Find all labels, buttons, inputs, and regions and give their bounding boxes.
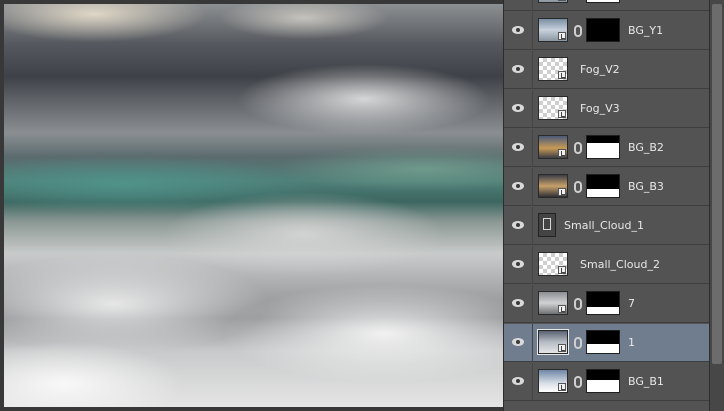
layer-name[interactable]: BG_Y1 [628, 12, 663, 50]
layer-name[interactable]: BG_B1 [628, 363, 664, 401]
layer-name[interactable]: Fog_V2 [580, 51, 620, 89]
smart-object-icon [558, 188, 566, 196]
layer-mask-thumbnail[interactable] [586, 174, 620, 198]
visibility-toggle[interactable] [504, 129, 533, 167]
layer-mask-thumbnail[interactable] [586, 18, 620, 42]
visibility-toggle[interactable] [504, 324, 533, 362]
visibility-toggle[interactable] [504, 0, 533, 11]
eye-icon [512, 182, 524, 190]
layer-row[interactable]: BG_Y1 [504, 12, 710, 50]
layer-thumbnail[interactable] [538, 96, 568, 120]
layer-thumbnail[interactable] [538, 291, 568, 315]
layer-row[interactable]: Fog_V2 [504, 51, 710, 89]
layer-row[interactable]: BG_B2 [504, 129, 710, 167]
layer-thumbnail[interactable] [538, 252, 568, 276]
mask-white-area [587, 344, 619, 353]
eye-icon [512, 26, 524, 34]
mask-white-area [587, 307, 619, 314]
mask-white-area [587, 189, 619, 197]
layer-row[interactable]: Small_Cloud_2 [504, 246, 710, 284]
layer-name[interactable]: 7 [628, 285, 635, 323]
layer-name[interactable]: Small_Cloud_1 [564, 207, 644, 245]
layers-scrollbar[interactable] [709, 0, 724, 411]
smart-object-icon [558, 305, 566, 313]
layer-thumbnail[interactable] [538, 57, 568, 81]
layer-name[interactable]: Small_Cloud_2 [580, 246, 660, 284]
smart-object-icon [558, 110, 566, 118]
smart-object-icon [558, 383, 566, 391]
layers-panel: BG_Y1 Fog_V2 Fog_V3 BG_B2 BG_B3 Small_Cloud_1… [503, 0, 710, 411]
layer-name[interactable]: 1 [628, 324, 635, 362]
mask-white-area [587, 0, 619, 2]
visibility-toggle[interactable] [504, 285, 533, 323]
layer-thumbnail[interactable] [538, 0, 568, 3]
layer-mask-thumbnail[interactable] [586, 135, 620, 159]
smart-object-icon [558, 266, 566, 274]
layer-mask-thumbnail[interactable] [586, 369, 620, 393]
layer-name[interactable]: BG_B3 [628, 168, 664, 206]
visibility-toggle[interactable] [504, 12, 533, 50]
visibility-toggle[interactable] [504, 246, 533, 284]
eye-icon [512, 377, 524, 385]
visibility-toggle[interactable] [504, 51, 533, 89]
layer-thumbnail[interactable] [537, 329, 569, 355]
smart-object-icon [558, 149, 566, 157]
layer-name[interactable]: BG_B2 [628, 129, 664, 167]
eye-icon [512, 143, 524, 151]
eye-icon [512, 299, 524, 307]
mask-white-area [587, 380, 619, 392]
layer-thumbnail[interactable] [538, 135, 568, 159]
visibility-toggle[interactable] [504, 90, 533, 128]
layer-row[interactable]: BG_B1 [504, 363, 710, 401]
layer-row[interactable]: BG_B3 [504, 168, 710, 206]
layer-row[interactable]: Fog_V3 [504, 90, 710, 128]
smart-object-icon [558, 344, 566, 352]
smart-object-icon [558, 32, 566, 40]
smart-object-document-icon[interactable] [538, 213, 556, 237]
eye-icon [512, 65, 524, 73]
eye-icon [512, 260, 524, 268]
layer-thumbnail[interactable] [538, 174, 568, 198]
layer-row[interactable]: 7 [504, 285, 710, 323]
eye-icon [512, 104, 524, 112]
layer-mask-thumbnail[interactable] [586, 330, 620, 354]
mask-link-icon[interactable] [574, 337, 582, 349]
mask-link-icon[interactable] [574, 298, 582, 310]
mask-link-icon[interactable] [574, 181, 582, 193]
smart-object-icon [558, 0, 566, 1]
layer-row[interactable] [504, 0, 710, 11]
smart-object-icon [558, 71, 566, 79]
mask-link-icon[interactable] [574, 376, 582, 388]
mask-link-icon[interactable] [574, 142, 582, 154]
document-canvas[interactable] [4, 4, 503, 407]
layer-thumbnail[interactable] [538, 369, 568, 393]
layer-mask-thumbnail[interactable] [586, 0, 620, 3]
layer-mask-thumbnail[interactable] [586, 291, 620, 315]
layer-thumbnail[interactable] [538, 18, 568, 42]
eye-icon [512, 221, 524, 229]
mask-white-area [587, 143, 619, 158]
visibility-toggle[interactable] [504, 363, 533, 401]
visibility-toggle[interactable] [504, 207, 533, 245]
layer-row[interactable]: Small_Cloud_1 [504, 207, 710, 245]
layer-row[interactable]: 1 [504, 324, 710, 362]
layer-name[interactable]: Fog_V3 [580, 90, 620, 128]
scrollbar-thumb[interactable] [712, 4, 722, 364]
visibility-toggle[interactable] [504, 168, 533, 206]
mask-link-icon[interactable] [574, 25, 582, 37]
eye-icon [512, 338, 524, 346]
